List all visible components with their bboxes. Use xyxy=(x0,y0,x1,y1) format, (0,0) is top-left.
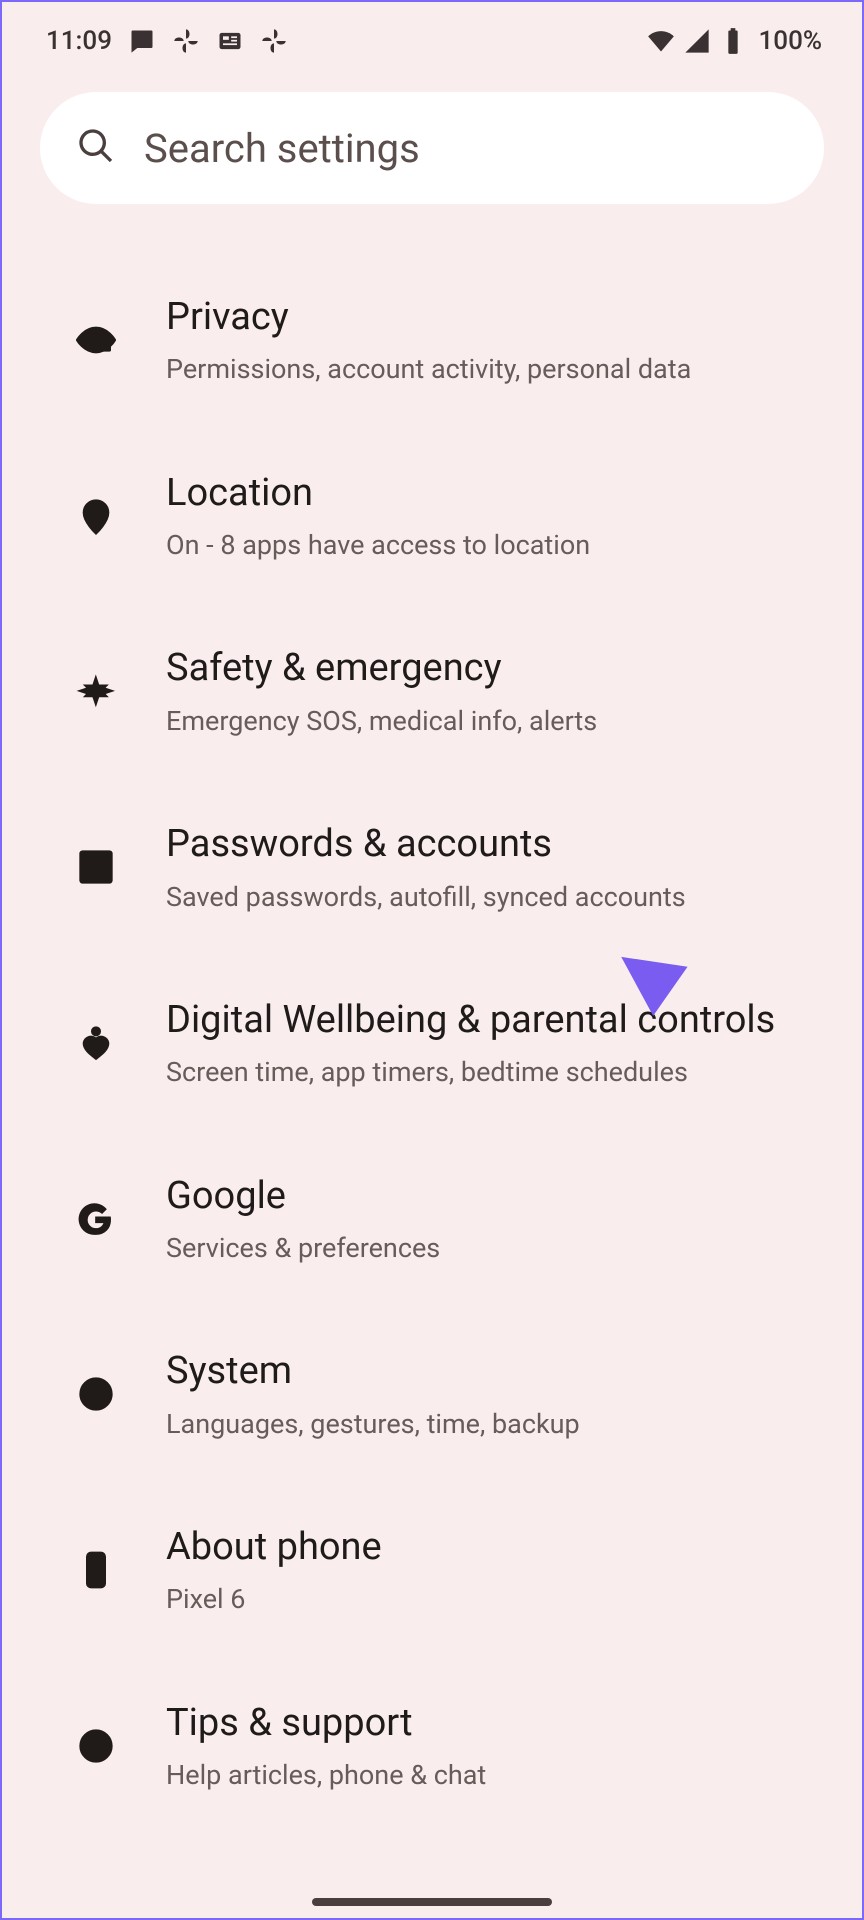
pinwheel-icon xyxy=(172,27,200,55)
item-title: Passwords & accounts xyxy=(166,819,822,870)
wellbeing-icon xyxy=(74,1021,118,1065)
settings-list: Privacy Permissions, account activity, p… xyxy=(2,204,862,1834)
search-bar[interactable]: Search settings xyxy=(40,92,824,204)
setting-item-passwords[interactable]: Passwords & accounts Saved passwords, au… xyxy=(2,779,862,955)
search-wrap: Search settings xyxy=(2,68,862,204)
search-placeholder: Search settings xyxy=(144,125,420,172)
item-subtitle: Pixel 6 xyxy=(166,1581,822,1617)
item-subtitle: Saved passwords, autofill, synced accoun… xyxy=(166,879,822,915)
gesture-nav-handle[interactable] xyxy=(312,1898,552,1906)
status-right: 100% xyxy=(647,26,822,56)
privacy-icon xyxy=(74,318,118,362)
item-title: Tips & support xyxy=(166,1698,822,1749)
setting-item-about[interactable]: About phone Pixel 6 xyxy=(2,1482,862,1658)
info-icon xyxy=(74,1372,118,1416)
item-subtitle: Screen time, app timers, bedtime schedul… xyxy=(166,1054,822,1090)
battery-percent: 100% xyxy=(759,26,822,56)
setting-item-location[interactable]: Location On - 8 apps have access to loca… xyxy=(2,428,862,604)
item-text: Digital Wellbeing & parental controls Sc… xyxy=(166,995,822,1091)
google-icon xyxy=(74,1197,118,1241)
item-text: Safety & emergency Emergency SOS, medica… xyxy=(166,643,822,739)
news-icon xyxy=(216,27,244,55)
item-title: Digital Wellbeing & parental controls xyxy=(166,995,822,1046)
phone-icon xyxy=(74,1548,118,1592)
item-title: Location xyxy=(166,468,822,519)
item-subtitle: Permissions, account activity, personal … xyxy=(166,351,822,387)
status-time: 11:09 xyxy=(46,26,112,56)
battery-icon xyxy=(719,27,747,55)
item-title: Google xyxy=(166,1171,822,1222)
safety-icon xyxy=(74,669,118,713)
status-left: 11:09 xyxy=(46,26,288,56)
item-text: Google Services & preferences xyxy=(166,1171,822,1267)
signal-icon xyxy=(683,27,711,55)
message-icon xyxy=(128,27,156,55)
setting-item-google[interactable]: Google Services & preferences xyxy=(2,1131,862,1307)
item-text: About phone Pixel 6 xyxy=(166,1522,822,1618)
pinwheel-icon-2 xyxy=(260,27,288,55)
search-icon xyxy=(76,126,116,170)
setting-item-privacy[interactable]: Privacy Permissions, account activity, p… xyxy=(2,252,862,428)
setting-item-wellbeing[interactable]: Digital Wellbeing & parental controls Sc… xyxy=(2,955,862,1131)
item-title: About phone xyxy=(166,1522,822,1573)
item-title: System xyxy=(166,1346,822,1397)
item-title: Privacy xyxy=(166,292,822,343)
status-bar: 11:09 100% xyxy=(2,2,862,68)
setting-item-tips[interactable]: Tips & support Help articles, phone & ch… xyxy=(2,1658,862,1834)
item-subtitle: Languages, gestures, time, backup xyxy=(166,1406,822,1442)
accounts-icon xyxy=(74,845,118,889)
item-subtitle: Services & preferences xyxy=(166,1230,822,1266)
item-text: Location On - 8 apps have access to loca… xyxy=(166,468,822,564)
location-icon xyxy=(74,494,118,538)
item-subtitle: Help articles, phone & chat xyxy=(166,1757,822,1793)
setting-item-safety[interactable]: Safety & emergency Emergency SOS, medica… xyxy=(2,603,862,779)
item-title: Safety & emergency xyxy=(166,643,822,694)
item-text: Privacy Permissions, account activity, p… xyxy=(166,292,822,388)
help-icon xyxy=(74,1724,118,1768)
item-subtitle: On - 8 apps have access to location xyxy=(166,527,822,563)
item-text: Tips & support Help articles, phone & ch… xyxy=(166,1698,822,1794)
item-text: System Languages, gestures, time, backup xyxy=(166,1346,822,1442)
item-text: Passwords & accounts Saved passwords, au… xyxy=(166,819,822,915)
setting-item-system[interactable]: System Languages, gestures, time, backup xyxy=(2,1306,862,1482)
item-subtitle: Emergency SOS, medical info, alerts xyxy=(166,703,822,739)
wifi-icon xyxy=(647,27,675,55)
